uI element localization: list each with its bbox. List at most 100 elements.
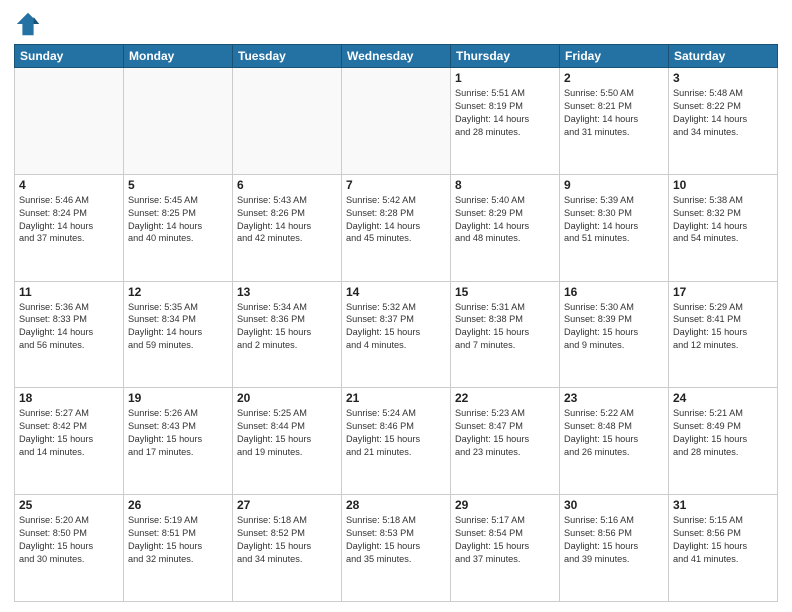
calendar-cell: 25 Sunrise: 5:20 AM Sunset: 8:50 PM Dayli… <box>15 495 124 602</box>
calendar-cell: 19 Sunrise: 5:26 AM Sunset: 8:43 PM Dayli… <box>124 388 233 495</box>
day-number: 16 <box>564 285 664 299</box>
calendar-cell: 31 Sunrise: 5:15 AM Sunset: 8:56 PM Dayli… <box>669 495 778 602</box>
day-info: Sunrise: 5:42 AM Sunset: 8:28 PM Dayligh… <box>346 194 446 246</box>
calendar-cell: 21 Sunrise: 5:24 AM Sunset: 8:46 PM Dayli… <box>342 388 451 495</box>
day-info: Sunrise: 5:40 AM Sunset: 8:29 PM Dayligh… <box>455 194 555 246</box>
calendar-cell: 2 Sunrise: 5:50 AM Sunset: 8:21 PM Daylig… <box>560 68 669 175</box>
calendar-cell: 5 Sunrise: 5:45 AM Sunset: 8:25 PM Daylig… <box>124 174 233 281</box>
day-info: Sunrise: 5:43 AM Sunset: 8:26 PM Dayligh… <box>237 194 337 246</box>
calendar-cell: 23 Sunrise: 5:22 AM Sunset: 8:48 PM Dayli… <box>560 388 669 495</box>
day-info: Sunrise: 5:27 AM Sunset: 8:42 PM Dayligh… <box>19 407 119 459</box>
day-number: 2 <box>564 71 664 85</box>
day-info: Sunrise: 5:17 AM Sunset: 8:54 PM Dayligh… <box>455 514 555 566</box>
day-number: 13 <box>237 285 337 299</box>
calendar-header-monday: Monday <box>124 45 233 68</box>
calendar-week-row: 11 Sunrise: 5:36 AM Sunset: 8:33 PM Dayli… <box>15 281 778 388</box>
day-number: 31 <box>673 498 773 512</box>
day-info: Sunrise: 5:35 AM Sunset: 8:34 PM Dayligh… <box>128 301 228 353</box>
day-number: 30 <box>564 498 664 512</box>
calendar-cell: 7 Sunrise: 5:42 AM Sunset: 8:28 PM Daylig… <box>342 174 451 281</box>
day-info: Sunrise: 5:31 AM Sunset: 8:38 PM Dayligh… <box>455 301 555 353</box>
calendar-cell: 3 Sunrise: 5:48 AM Sunset: 8:22 PM Daylig… <box>669 68 778 175</box>
calendar-cell: 28 Sunrise: 5:18 AM Sunset: 8:53 PM Dayli… <box>342 495 451 602</box>
calendar-header-thursday: Thursday <box>451 45 560 68</box>
day-number: 14 <box>346 285 446 299</box>
day-info: Sunrise: 5:22 AM Sunset: 8:48 PM Dayligh… <box>564 407 664 459</box>
day-info: Sunrise: 5:48 AM Sunset: 8:22 PM Dayligh… <box>673 87 773 139</box>
day-info: Sunrise: 5:34 AM Sunset: 8:36 PM Dayligh… <box>237 301 337 353</box>
calendar-cell: 8 Sunrise: 5:40 AM Sunset: 8:29 PM Daylig… <box>451 174 560 281</box>
day-info: Sunrise: 5:45 AM Sunset: 8:25 PM Dayligh… <box>128 194 228 246</box>
day-info: Sunrise: 5:39 AM Sunset: 8:30 PM Dayligh… <box>564 194 664 246</box>
day-number: 25 <box>19 498 119 512</box>
day-number: 18 <box>19 391 119 405</box>
day-number: 29 <box>455 498 555 512</box>
calendar-cell: 4 Sunrise: 5:46 AM Sunset: 8:24 PM Daylig… <box>15 174 124 281</box>
calendar-cell: 1Sunrise: 5:51 AM Sunset: 8:19 PM Daylig… <box>451 68 560 175</box>
calendar-cell <box>233 68 342 175</box>
day-number: 28 <box>346 498 446 512</box>
calendar-cell: 27Sunrise: 5:18 AM Sunset: 8:52 PM Dayli… <box>233 495 342 602</box>
logo-icon <box>14 10 42 38</box>
day-info: Sunrise: 5:16 AM Sunset: 8:56 PM Dayligh… <box>564 514 664 566</box>
calendar-week-row: 18 Sunrise: 5:27 AM Sunset: 8:42 PM Dayli… <box>15 388 778 495</box>
day-number: 19 <box>128 391 228 405</box>
header <box>14 10 778 38</box>
calendar-cell <box>342 68 451 175</box>
day-info: Sunrise: 5:23 AM Sunset: 8:47 PM Dayligh… <box>455 407 555 459</box>
calendar-cell: 11 Sunrise: 5:36 AM Sunset: 8:33 PM Dayli… <box>15 281 124 388</box>
calendar-week-row: 1Sunrise: 5:51 AM Sunset: 8:19 PM Daylig… <box>15 68 778 175</box>
calendar-header-tuesday: Tuesday <box>233 45 342 68</box>
day-info: Sunrise: 5:36 AM Sunset: 8:33 PM Dayligh… <box>19 301 119 353</box>
calendar-header-friday: Friday <box>560 45 669 68</box>
calendar-cell: 16 Sunrise: 5:30 AM Sunset: 8:39 PM Dayli… <box>560 281 669 388</box>
day-number: 4 <box>19 178 119 192</box>
calendar-cell: 18 Sunrise: 5:27 AM Sunset: 8:42 PM Dayli… <box>15 388 124 495</box>
calendar-cell: 22 Sunrise: 5:23 AM Sunset: 8:47 PM Dayli… <box>451 388 560 495</box>
day-number: 15 <box>455 285 555 299</box>
calendar-table: SundayMondayTuesdayWednesdayThursdayFrid… <box>14 44 778 602</box>
calendar-cell: 20 Sunrise: 5:25 AM Sunset: 8:44 PM Dayli… <box>233 388 342 495</box>
day-info: Sunrise: 5:25 AM Sunset: 8:44 PM Dayligh… <box>237 407 337 459</box>
day-info: Sunrise: 5:32 AM Sunset: 8:37 PM Dayligh… <box>346 301 446 353</box>
day-number: 3 <box>673 71 773 85</box>
calendar-header-saturday: Saturday <box>669 45 778 68</box>
day-info: Sunrise: 5:26 AM Sunset: 8:43 PM Dayligh… <box>128 407 228 459</box>
day-info: Sunrise: 5:46 AM Sunset: 8:24 PM Dayligh… <box>19 194 119 246</box>
calendar-cell: 30 Sunrise: 5:16 AM Sunset: 8:56 PM Dayli… <box>560 495 669 602</box>
calendar-cell: 9Sunrise: 5:39 AM Sunset: 8:30 PM Daylig… <box>560 174 669 281</box>
day-number: 22 <box>455 391 555 405</box>
calendar-header-wednesday: Wednesday <box>342 45 451 68</box>
day-info: Sunrise: 5:18 AM Sunset: 8:53 PM Dayligh… <box>346 514 446 566</box>
day-number: 21 <box>346 391 446 405</box>
day-info: Sunrise: 5:38 AM Sunset: 8:32 PM Dayligh… <box>673 194 773 246</box>
day-number: 24 <box>673 391 773 405</box>
day-number: 12 <box>128 285 228 299</box>
calendar-cell: 15 Sunrise: 5:31 AM Sunset: 8:38 PM Dayli… <box>451 281 560 388</box>
day-info: Sunrise: 5:20 AM Sunset: 8:50 PM Dayligh… <box>19 514 119 566</box>
calendar-week-row: 4 Sunrise: 5:46 AM Sunset: 8:24 PM Daylig… <box>15 174 778 281</box>
day-info: Sunrise: 5:19 AM Sunset: 8:51 PM Dayligh… <box>128 514 228 566</box>
day-number: 7 <box>346 178 446 192</box>
day-info: Sunrise: 5:30 AM Sunset: 8:39 PM Dayligh… <box>564 301 664 353</box>
day-number: 10 <box>673 178 773 192</box>
calendar-cell <box>124 68 233 175</box>
day-info: Sunrise: 5:50 AM Sunset: 8:21 PM Dayligh… <box>564 87 664 139</box>
calendar-cell: 29 Sunrise: 5:17 AM Sunset: 8:54 PM Dayli… <box>451 495 560 602</box>
day-info: Sunrise: 5:24 AM Sunset: 8:46 PM Dayligh… <box>346 407 446 459</box>
day-number: 6 <box>237 178 337 192</box>
calendar-cell <box>15 68 124 175</box>
calendar-cell: 14 Sunrise: 5:32 AM Sunset: 8:37 PM Dayli… <box>342 281 451 388</box>
calendar-header-sunday: Sunday <box>15 45 124 68</box>
day-info: Sunrise: 5:21 AM Sunset: 8:49 PM Dayligh… <box>673 407 773 459</box>
page: SundayMondayTuesdayWednesdayThursdayFrid… <box>0 0 792 612</box>
day-number: 20 <box>237 391 337 405</box>
day-number: 8 <box>455 178 555 192</box>
day-number: 5 <box>128 178 228 192</box>
day-number: 11 <box>19 285 119 299</box>
calendar-week-row: 25 Sunrise: 5:20 AM Sunset: 8:50 PM Dayli… <box>15 495 778 602</box>
day-info: Sunrise: 5:15 AM Sunset: 8:56 PM Dayligh… <box>673 514 773 566</box>
logo <box>14 10 46 38</box>
calendar-cell: 13 Sunrise: 5:34 AM Sunset: 8:36 PM Dayli… <box>233 281 342 388</box>
day-number: 23 <box>564 391 664 405</box>
